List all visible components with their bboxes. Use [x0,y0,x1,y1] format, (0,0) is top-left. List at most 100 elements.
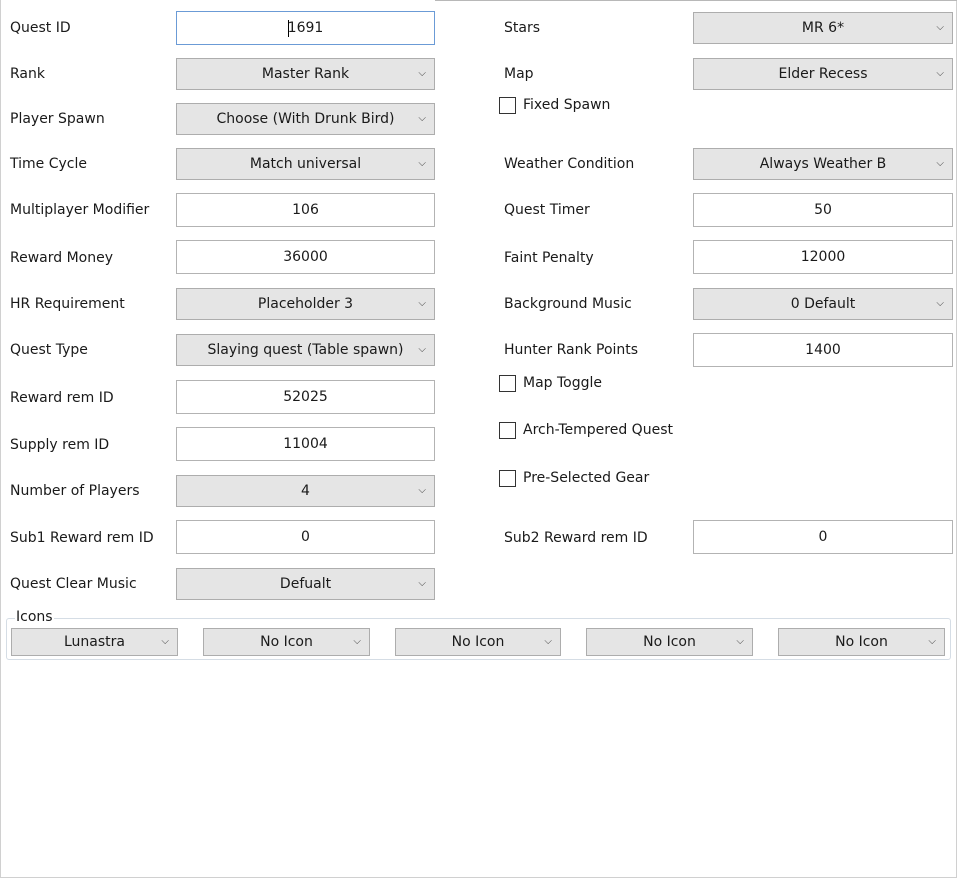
chevron-down-icon: ⌵ [418,344,426,355]
chevron-down-icon: ⌵ [936,22,944,33]
player-spawn-value: Choose (With Drunk Bird) [216,111,395,127]
icon-2-value: No Icon [260,634,313,650]
hunter-rank-points-value: 1400 [805,342,841,358]
quest-type-value: Slaying quest (Table spawn) [207,342,404,358]
faint-penalty-label: Faint Penalty [504,250,594,266]
pre-selected-gear-label[interactable]: Pre-Selected Gear [523,468,649,488]
multiplayer-modifier-label: Multiplayer Modifier [10,202,150,218]
time-cycle-value: Match universal [249,156,362,172]
text-caret [288,20,289,37]
stars-value: MR 6* [801,20,845,36]
sub2-reward-rem-id-label: Sub2 Reward rem ID [504,530,648,546]
multiplayer-modifier-field[interactable]: 106 [176,193,435,227]
tab-divider [435,0,957,1]
faint-penalty-field[interactable]: 12000 [693,240,953,274]
hunter-rank-points-field[interactable]: 1400 [693,333,953,367]
chevron-down-icon: ⌵ [936,298,944,309]
reward-rem-id-value: 52025 [283,389,328,405]
reward-money-label: Reward Money [10,250,114,266]
background-music-value: 0 Default [790,296,856,312]
rank-label: Rank [10,66,45,82]
weather-condition-label: Weather Condition [504,156,635,172]
reward-rem-id-label: Reward rem ID [10,390,114,406]
sub1-reward-rem-id-value: 0 [301,529,310,545]
player-spawn-dropdown[interactable]: Choose (With Drunk Bird) ⌵ [176,103,435,135]
icon-dropdown-5[interactable]: No Icon ⌵ [778,628,945,656]
hr-requirement-dropdown[interactable]: Placeholder 3 ⌵ [176,288,435,320]
icons-group-label: Icons [15,608,54,626]
supply-rem-id-field[interactable]: 11004 [176,427,435,461]
chevron-down-icon: ⌵ [418,485,426,496]
background-music-label: Background Music [504,296,632,312]
rank-value: Master Rank [261,66,350,82]
icon-dropdown-2[interactable]: No Icon ⌵ [203,628,370,656]
quest-type-dropdown[interactable]: Slaying quest (Table spawn) ⌵ [176,334,435,366]
arch-tempered-quest-checkbox[interactable] [499,422,516,439]
chevron-down-icon: ⌵ [736,636,744,647]
quest-timer-label: Quest Timer [504,202,590,218]
quest-timer-value: 50 [814,202,832,218]
hunter-rank-points-label: Hunter Rank Points [504,342,639,358]
icon-dropdown-1[interactable]: Lunastra ⌵ [11,628,178,656]
chevron-down-icon: ⌵ [418,68,426,79]
sub1-reward-rem-id-label: Sub1 Reward rem ID [10,530,154,546]
time-cycle-dropdown[interactable]: Match universal ⌵ [176,148,435,180]
icon-4-value: No Icon [643,634,696,650]
quest-clear-music-value: Defualt [279,576,332,592]
icon-dropdown-3[interactable]: No Icon ⌵ [395,628,561,656]
icon-3-value: No Icon [451,634,505,650]
quest-id-label: Quest ID [10,20,71,36]
map-toggle-checkbox[interactable] [499,375,516,392]
chevron-down-icon: ⌵ [544,636,552,647]
fixed-spawn-checkbox[interactable] [499,97,516,114]
chevron-down-icon: ⌵ [353,636,361,647]
quest-timer-field[interactable]: 50 [693,193,953,227]
quest-id-field[interactable]: 1691 [176,11,435,45]
stars-label: Stars [504,20,541,36]
background-music-dropdown[interactable]: 0 Default ⌵ [693,288,953,320]
hr-requirement-value: Placeholder 3 [257,296,354,312]
quest-clear-music-label: Quest Clear Music [10,576,137,592]
stars-dropdown[interactable]: MR 6* ⌵ [693,12,953,44]
multiplayer-modifier-value: 106 [292,202,319,218]
chevron-down-icon: ⌵ [936,158,944,169]
fixed-spawn-label[interactable]: Fixed Spawn [523,95,610,115]
sub2-reward-rem-id-field[interactable]: 0 [693,520,953,554]
quest-type-label: Quest Type [10,342,88,358]
reward-rem-id-field[interactable]: 52025 [176,380,435,414]
chevron-down-icon: ⌵ [418,298,426,309]
map-label: Map [504,66,534,82]
chevron-down-icon: ⌵ [418,578,426,589]
chevron-down-icon: ⌵ [418,158,426,169]
editor-panel [0,0,957,878]
number-of-players-value: 4 [301,483,310,499]
icon-5-value: No Icon [835,634,888,650]
number-of-players-dropdown[interactable]: 4 ⌵ [176,475,435,507]
faint-penalty-value: 12000 [800,249,846,265]
arch-tempered-quest-label[interactable]: Arch-Tempered Quest [523,420,673,440]
rank-dropdown[interactable]: Master Rank ⌵ [176,58,435,90]
chevron-down-icon: ⌵ [928,636,936,647]
weather-condition-dropdown[interactable]: Always Weather B ⌵ [693,148,953,180]
sub2-reward-rem-id-value: 0 [818,529,828,545]
map-toggle-label[interactable]: Map Toggle [523,373,602,393]
supply-rem-id-label: Supply rem ID [10,437,110,453]
map-value: Elder Recess [778,66,868,82]
player-spawn-label: Player Spawn [10,111,105,127]
number-of-players-label: Number of Players [10,483,140,499]
hr-requirement-label: HR Requirement [10,296,125,312]
chevron-down-icon: ⌵ [161,636,169,647]
chevron-down-icon: ⌵ [418,113,426,124]
map-dropdown[interactable]: Elder Recess ⌵ [693,58,953,90]
sub1-reward-rem-id-field[interactable]: 0 [176,520,435,554]
reward-money-field[interactable]: 36000 [176,240,435,274]
weather-condition-value: Always Weather B [759,156,887,172]
supply-rem-id-value: 11004 [283,436,328,452]
reward-money-value: 36000 [283,249,328,265]
time-cycle-label: Time Cycle [10,156,87,172]
icon-dropdown-4[interactable]: No Icon ⌵ [586,628,753,656]
chevron-down-icon: ⌵ [936,68,944,79]
pre-selected-gear-checkbox[interactable] [499,470,516,487]
quest-id-value: 1691 [287,20,324,36]
quest-clear-music-dropdown[interactable]: Defualt ⌵ [176,568,435,600]
